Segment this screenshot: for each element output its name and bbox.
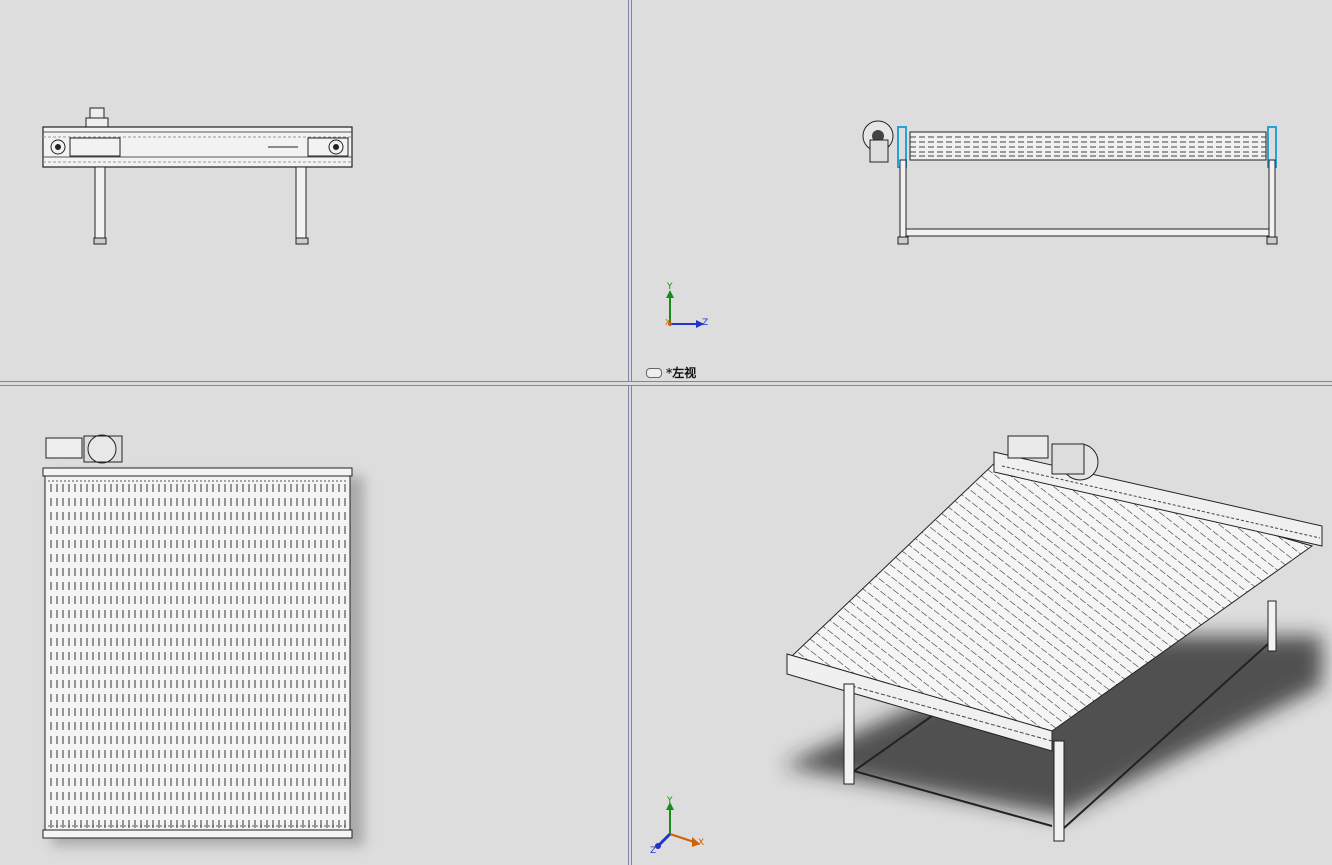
viewport-left[interactable]: Y Z X *左视	[632, 0, 1332, 381]
viewport-top[interactable]	[0, 386, 628, 865]
axis-x-label: X	[665, 318, 671, 327]
front-view-drawing	[42, 107, 353, 245]
iso-axis-z-label: Z	[650, 846, 657, 856]
left-view-drawing	[666, 120, 1278, 328]
iso-axis-y-label: Y	[667, 796, 673, 806]
viewport-isometric[interactable]: Y X Z	[632, 386, 1332, 865]
axis-triad-icon-iso	[655, 802, 700, 849]
top-view-drawing	[42, 434, 364, 846]
iso-axis-x-label: X	[698, 838, 705, 848]
view-name-text: *左视	[666, 366, 697, 380]
view-name-label[interactable]: *左视	[646, 364, 696, 381]
vertical-splitter[interactable]	[628, 0, 632, 865]
axis-triad-icon	[666, 290, 704, 328]
horizontal-splitter[interactable]	[0, 381, 1332, 386]
axis-y-label: Y	[667, 282, 673, 292]
axis-z-label: Z	[702, 318, 709, 328]
viewport-front[interactable]	[0, 0, 628, 381]
isometric-view-drawing	[655, 435, 1323, 849]
link-view-icon[interactable]	[646, 367, 662, 378]
